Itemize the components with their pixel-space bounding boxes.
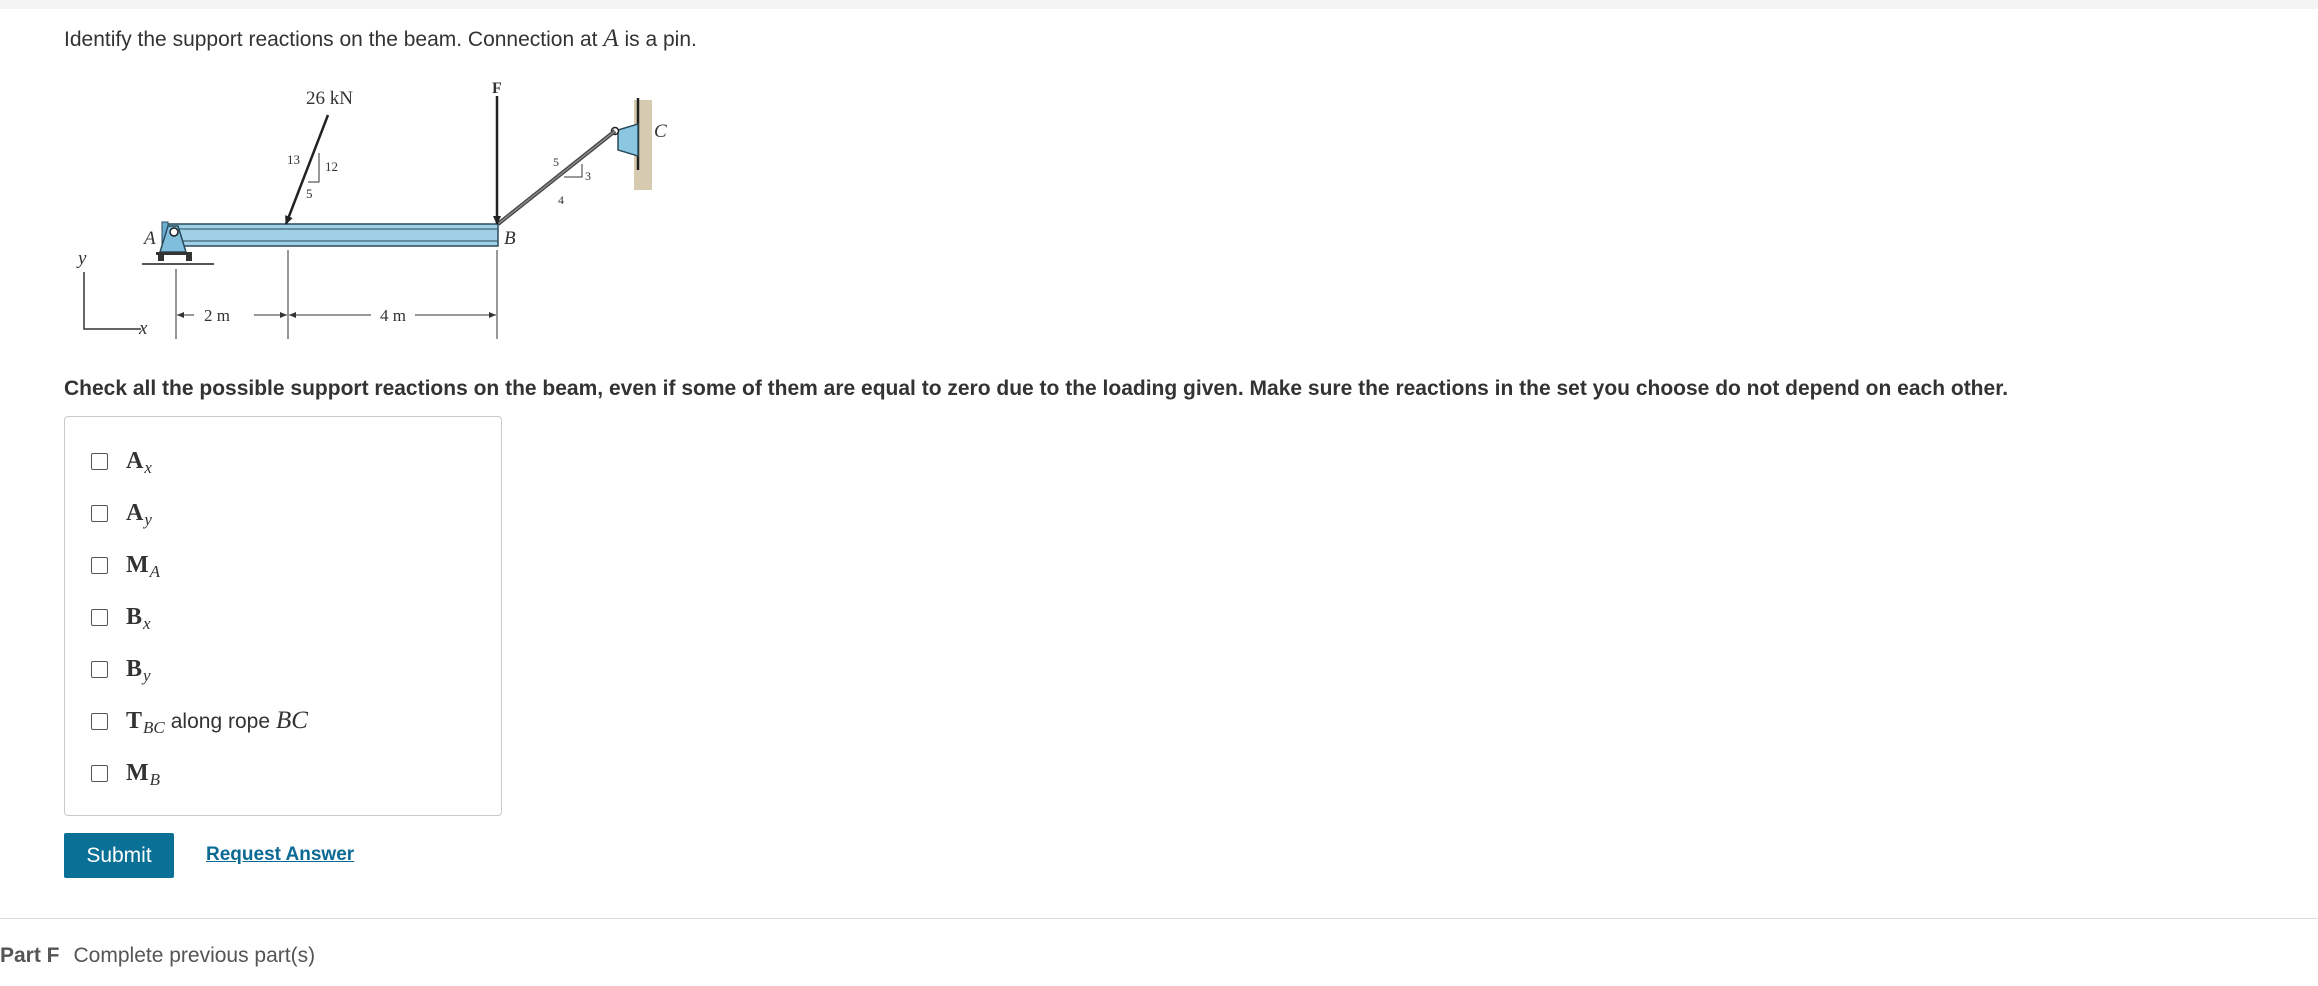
checkbox-ax[interactable]	[91, 452, 108, 470]
force-f-label: F	[492, 80, 502, 97]
dim-4m-label: 4 m	[380, 306, 406, 325]
checkbox-by[interactable]	[91, 660, 108, 678]
force-slope-horiz: 5	[306, 186, 313, 201]
ground-bolt-left	[158, 255, 164, 261]
rope-slope-vert: 3	[585, 169, 591, 183]
coordinate-axes	[83, 272, 141, 330]
pin-a	[169, 227, 179, 237]
dim-2m-label: 2 m	[204, 306, 230, 325]
option-main: A	[126, 499, 144, 526]
rope-slope-hyp: 5	[553, 155, 559, 169]
point-c-label: C	[654, 121, 667, 142]
option-sub: BC	[143, 718, 165, 737]
option-main: T	[126, 708, 143, 734]
option-suffix: along rope	[170, 710, 270, 733]
option-ma[interactable]: MA	[91, 547, 160, 583]
top-strip	[0, 0, 2318, 9]
option-main: M	[126, 759, 149, 786]
option-label: MB	[126, 759, 161, 789]
force-slope-hyp: 13	[287, 152, 300, 167]
part-f-status: Complete previous part(s)	[73, 944, 316, 967]
instruction-text: Check all the possible support reactions…	[64, 377, 2009, 400]
option-mb[interactable]: MB	[91, 755, 160, 791]
checkbox-bx[interactable]	[91, 608, 108, 626]
option-bx[interactable]: Bx	[91, 599, 151, 635]
axis-y-label: y	[76, 248, 87, 269]
option-ay[interactable]: Ay	[91, 495, 152, 531]
part-f-row: Part F Complete previous part(s)	[0, 944, 315, 968]
request-answer-link[interactable]: Request Answer	[206, 844, 354, 866]
option-label: By	[126, 655, 151, 685]
checkbox-tbc[interactable]	[91, 712, 108, 730]
reactions-checkbox-group: Ax Ay MA Bx By TBC along rope BC MB	[64, 416, 502, 816]
option-sub: y	[143, 665, 151, 685]
question-pin-variable: A	[603, 25, 619, 52]
point-b-label: B	[504, 228, 516, 249]
force-26kn-arrow	[284, 114, 330, 225]
option-ax[interactable]: Ax	[91, 443, 152, 479]
force-slope-triangle	[308, 153, 320, 183]
checkbox-ay[interactable]	[91, 504, 108, 522]
option-sub: A	[149, 561, 161, 581]
part-f-label: Part F	[0, 944, 60, 967]
ground-bolt-right	[186, 255, 192, 261]
axis-x-label: x	[138, 318, 148, 339]
option-tbc[interactable]: TBC along rope BC	[91, 703, 308, 739]
option-label: TBC along rope BC	[126, 707, 308, 737]
force-26kn-label: 26 kN	[306, 88, 353, 109]
rope-slope-horiz: 4	[558, 193, 564, 207]
option-label: MA	[126, 551, 161, 581]
beam-figure: 5 3 4 C A B 26 kN 13 12 5 F y x 2 m 4 m	[64, 74, 724, 349]
rope-bc-highlight	[497, 130, 616, 225]
question-text-end: is a pin.	[618, 28, 697, 51]
option-sub: B	[149, 769, 161, 789]
option-sub: x	[144, 457, 152, 477]
option-sub: x	[143, 613, 151, 633]
option-by[interactable]: By	[91, 651, 151, 687]
option-main: M	[126, 551, 149, 578]
beam	[163, 223, 499, 247]
wall-bracket-c	[617, 122, 639, 158]
option-main: B	[126, 655, 143, 682]
option-main: B	[126, 603, 143, 630]
submit-button[interactable]: Submit	[64, 833, 174, 878]
checkbox-mb[interactable]	[91, 764, 108, 782]
force-slope-vert: 12	[325, 159, 338, 174]
checkbox-ma[interactable]	[91, 556, 108, 574]
question-text: Identify the support reactions on the be…	[64, 25, 697, 53]
point-a-label: A	[142, 228, 156, 249]
option-label: Ay	[126, 499, 152, 529]
option-main: A	[126, 447, 144, 474]
option-label: Bx	[126, 603, 151, 633]
support-base-a	[156, 252, 192, 255]
option-label: Ax	[126, 447, 152, 477]
option-sub: y	[144, 509, 152, 529]
question-text-start: Identify the support reactions on the be…	[64, 28, 604, 51]
section-divider	[0, 918, 2318, 919]
option-suffix-variable: BC	[276, 707, 308, 734]
